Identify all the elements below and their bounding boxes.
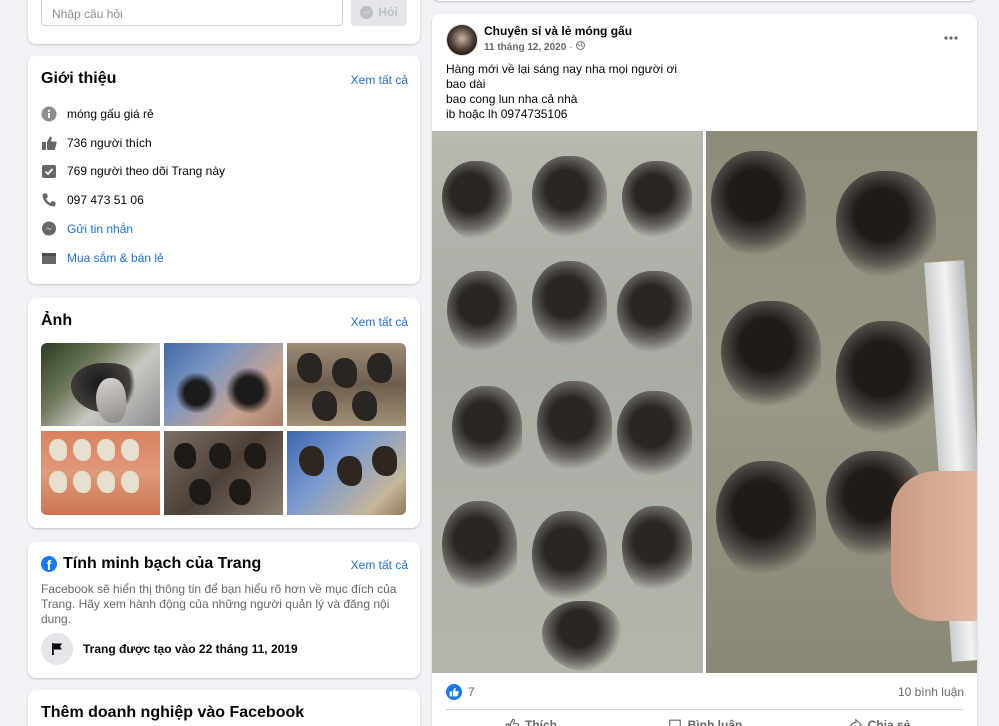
send-message-link[interactable]: Gửi tin nhắn [67,222,133,236]
ask-button-label: Hỏi [378,5,398,19]
post-text: Hàng mới về lại sáng nay nha mọi người ơ… [446,62,677,122]
ask-button[interactable]: Hỏi [351,0,407,26]
photos-see-all-link[interactable]: Xem tất cả [351,315,408,329]
intro-item-description: móng gấu giá rẻ [41,106,154,122]
photo-thumbnail[interactable] [41,431,160,515]
intro-item-phone: 097 473 51 06 [41,192,144,208]
previous-post-card [432,0,977,1]
photos-title: Ảnh [41,312,73,329]
post-options-button[interactable] [939,28,963,48]
comment-count[interactable]: 10 bình luận [898,685,964,699]
intro-item-text: 736 người thích [67,136,152,150]
phone-icon [41,192,57,208]
intro-card: Giới thiệu Xem tất cả móng gấu giá rẻ 73… [28,56,420,284]
flag-icon [41,633,73,665]
intro-see-all-link[interactable]: Xem tất cả [351,73,408,87]
scrollbar-track[interactable] [990,0,999,726]
facebook-logo-icon: f [41,556,57,572]
transparency-title: Tính minh bạch của Trang [63,555,262,572]
post-author-name[interactable]: Chuyên sỉ và lẻ móng gấu [484,24,632,38]
page-created-text: Trang được tạo vào 22 tháng 11, 2019 [83,642,298,656]
comment-icon [668,718,682,726]
like-icon [41,135,57,151]
messenger-icon [360,5,374,19]
like-button[interactable]: Thích [446,714,616,726]
question-input[interactable]: Nhập câu hỏi [41,0,343,26]
reactions-summary[interactable]: 7 [446,684,475,700]
info-icon [41,106,57,122]
intro-item-followers: 769 người theo dõi Trang này [41,163,225,179]
shop-icon [41,250,57,266]
intro-item-text: 097 473 51 06 [67,193,144,207]
comment-button-label: Bình luận [687,718,743,726]
transparency-card: f Tính minh bạch của Trang Xem tất cả Fa… [28,542,420,678]
category-link[interactable]: Mua sắm & bán lẻ [67,251,164,265]
intro-item-likes: 736 người thích [41,135,152,151]
more-icon [944,36,958,40]
reaction-count: 7 [468,685,475,699]
intro-item-category[interactable]: Mua sắm & bán lẻ [41,250,164,266]
add-business-card: Thêm doanh nghiệp vào Facebook [28,690,420,726]
divider [446,709,963,710]
photo-thumbnail[interactable] [287,431,406,515]
post-photo[interactable] [432,131,703,673]
intro-item-message[interactable]: Gửi tin nhắn [41,221,133,237]
photo-thumbnail[interactable] [287,343,406,426]
photo-thumbnail[interactable] [164,343,283,426]
transparency-description: Facebook sẽ hiển thị thông tin để bạn hi… [41,582,397,626]
post-date[interactable]: 11 tháng 12, 2020 [484,42,566,53]
page-created-row: Trang được tạo vào 22 tháng 11, 2019 [41,633,298,665]
like-reaction-icon [446,684,462,700]
post-text-line: Hàng mới về lại sáng nay nha mọi người ơ… [446,62,678,76]
share-button[interactable]: Chia sẻ [794,714,964,726]
author-avatar[interactable] [446,24,478,56]
post-text-line: ib hoặc lh 0974735106 [446,107,568,121]
photo-thumbnail[interactable] [164,431,283,515]
follow-check-icon [41,163,57,179]
intro-title: Giới thiệu [41,70,117,87]
question-input-placeholder: Nhập câu hỏi [52,7,123,21]
share-button-label: Chia sẻ [867,718,911,726]
messenger-icon [41,221,57,237]
comment-button[interactable]: Bình luận [620,714,790,726]
post-meta: 11 tháng 12, 2020 · [484,41,585,53]
like-button-label: Thích [525,718,557,726]
like-outline-icon [505,718,519,726]
transparency-see-all-link[interactable]: Xem tất cả [351,558,408,572]
post-photo[interactable] [706,131,977,673]
photos-card: Ảnh Xem tất cả [28,298,420,528]
post-text-line: bao dài [446,77,486,91]
hand [891,471,977,621]
post-card: Chuyên sỉ và lẻ móng gấu 11 tháng 12, 20… [432,14,977,726]
intro-item-text: 769 người theo dõi Trang này [67,164,226,178]
share-icon [848,718,862,726]
transparency-header: f Tính minh bạch của Trang [41,555,261,573]
globe-icon [575,41,585,53]
photo-thumbnail[interactable] [41,343,160,426]
post-text-line: bao cong lun nha cả nhà [446,92,578,106]
add-business-title: Thêm doanh nghiệp vào Facebook [41,704,305,721]
intro-item-text: móng gấu giá rẻ [67,107,154,121]
ask-question-card: Nhập câu hỏi Hỏi [28,0,420,44]
